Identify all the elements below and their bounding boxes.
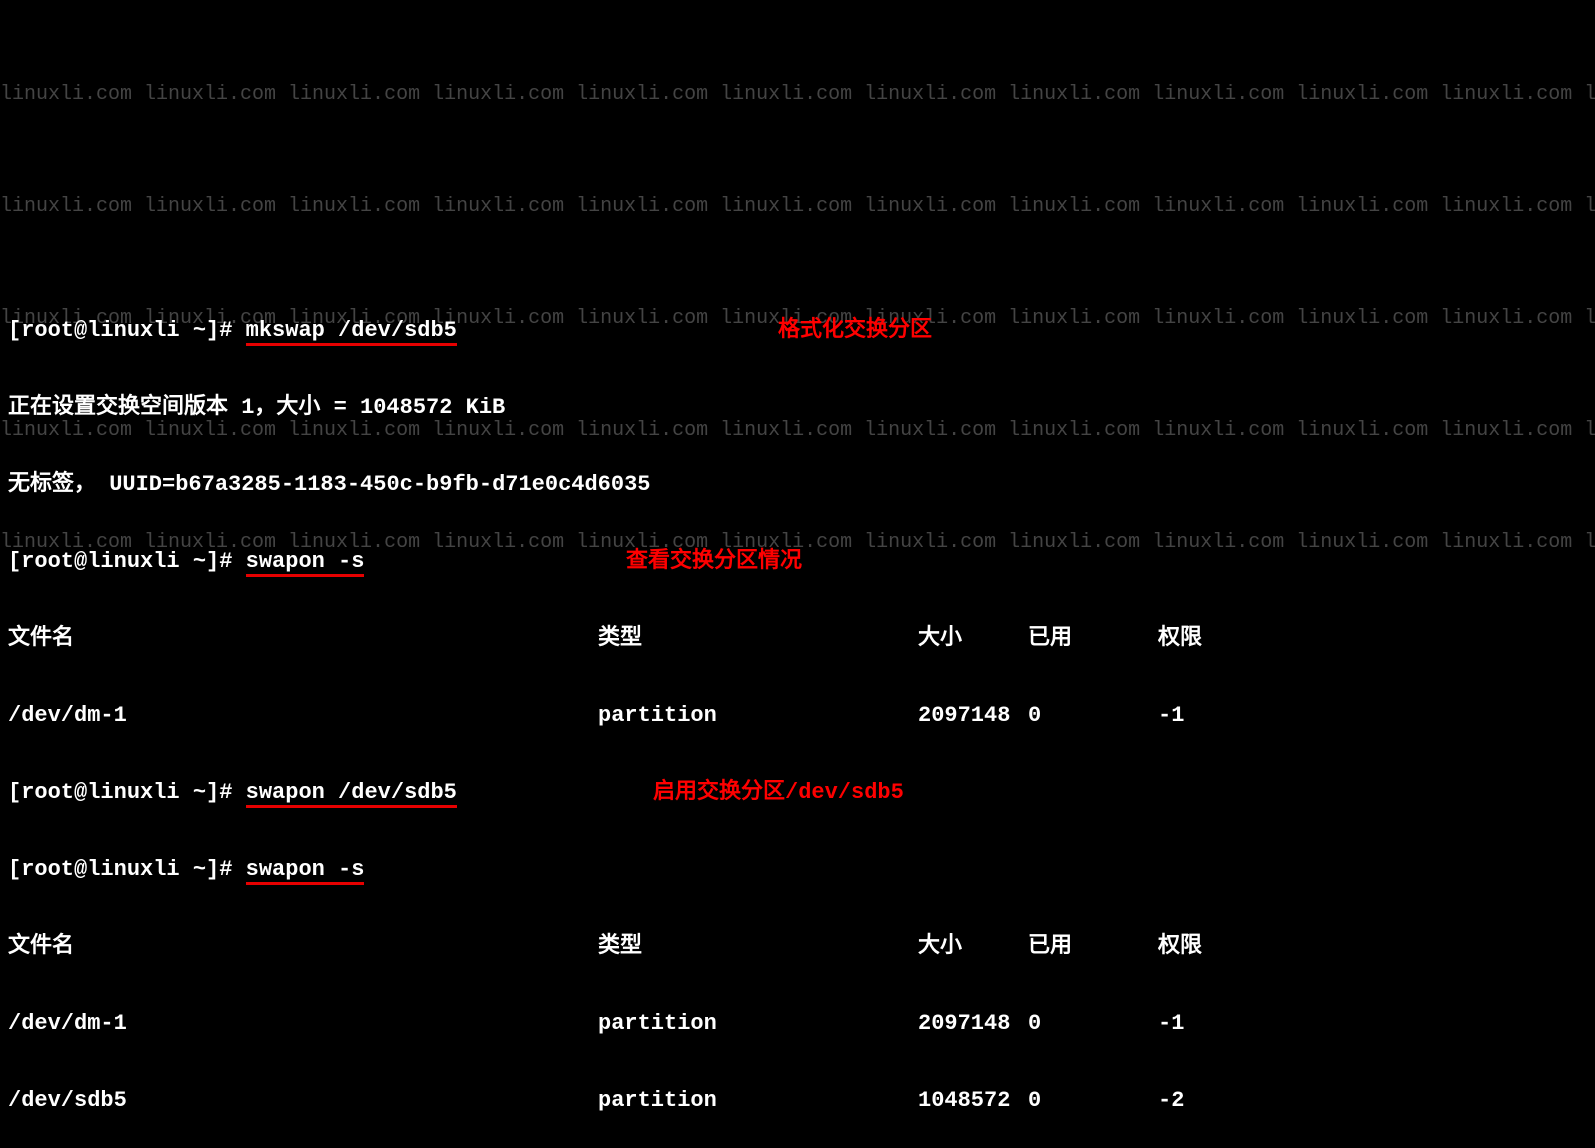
swap-table-header-1: 文件名类型大小已用权限 (8, 620, 1587, 659)
shell-prompt: [root@linuxli ~]# (8, 857, 246, 882)
shell-prompt: [root@linuxli ~]# (8, 549, 246, 574)
mkswap-output-2: 无标签， UUID=b67a3285-1183-450c-b9fb-d71e0c… (8, 466, 1587, 505)
table-row: /dev/dm-1partition20971480-1 (8, 1005, 1587, 1044)
shell-prompt: [root@linuxli ~]# (8, 780, 246, 805)
command-line-swapon-s2: [root@linuxli ~]# swapon -s (8, 851, 1587, 890)
cell-name: /dev/dm-1 (8, 697, 598, 736)
cell-used: 0 (1028, 1005, 1158, 1044)
swapon-s-command-2: swapon -s (246, 857, 365, 885)
cell-type: partition (598, 1005, 918, 1044)
cell-size: 1048572 (918, 1082, 1028, 1121)
header-priority: 权限 (1158, 620, 1202, 659)
command-line-swapon-dev: [root@linuxli ~]# swapon /dev/sdb5 启用交换分区… (8, 774, 1587, 813)
cell-used: 0 (1028, 697, 1158, 736)
annotation-format-swap: 格式化交换分区 (778, 312, 932, 351)
header-size: 大小 (918, 928, 1028, 967)
cell-used: 0 (1028, 1082, 1158, 1121)
header-type: 类型 (598, 928, 918, 967)
command-line-swapon-s1: [root@linuxli ~]# swapon -s 查看交换分区情况 (8, 543, 1587, 582)
swap-table-header-2: 文件名类型大小已用权限 (8, 928, 1587, 967)
header-filename: 文件名 (8, 620, 598, 659)
terminal-output[interactable]: [root@linuxli ~]# mkswap /dev/sdb5 格式化交换分… (8, 235, 1587, 1148)
cell-type: partition (598, 697, 918, 736)
mkswap-output-1: 正在设置交换空间版本 1，大小 = 1048572 KiB (8, 389, 1587, 428)
swapon-s-command-1: swapon -s (246, 549, 365, 577)
cell-size: 2097148 (918, 1005, 1028, 1044)
cell-priority: -1 (1158, 1005, 1184, 1044)
header-size: 大小 (918, 620, 1028, 659)
header-used: 已用 (1028, 620, 1158, 659)
mkswap-command: mkswap /dev/sdb5 (246, 318, 457, 346)
annotation-view-swap: 查看交换分区情况 (626, 543, 802, 582)
cell-size: 2097148 (918, 697, 1028, 736)
header-priority: 权限 (1158, 928, 1202, 967)
cell-type: partition (598, 1082, 918, 1121)
shell-prompt: [root@linuxli ~]# (8, 318, 246, 343)
command-line-mkswap: [root@linuxli ~]# mkswap /dev/sdb5 格式化交换分… (8, 312, 1587, 351)
header-used: 已用 (1028, 928, 1158, 967)
header-type: 类型 (598, 620, 918, 659)
swapon-dev-command: swapon /dev/sdb5 (246, 780, 457, 808)
annotation-enable-swap: 启用交换分区/dev/sdb5 (653, 774, 904, 813)
table-row: /dev/sdb5partition10485720-2 (8, 1082, 1587, 1121)
cell-priority: -1 (1158, 697, 1184, 736)
cell-name: /dev/dm-1 (8, 1005, 598, 1044)
cell-priority: -2 (1158, 1082, 1184, 1121)
cell-name: /dev/sdb5 (8, 1082, 598, 1121)
table-row: /dev/dm-1partition20971480-1 (8, 697, 1587, 736)
header-filename: 文件名 (8, 928, 598, 967)
